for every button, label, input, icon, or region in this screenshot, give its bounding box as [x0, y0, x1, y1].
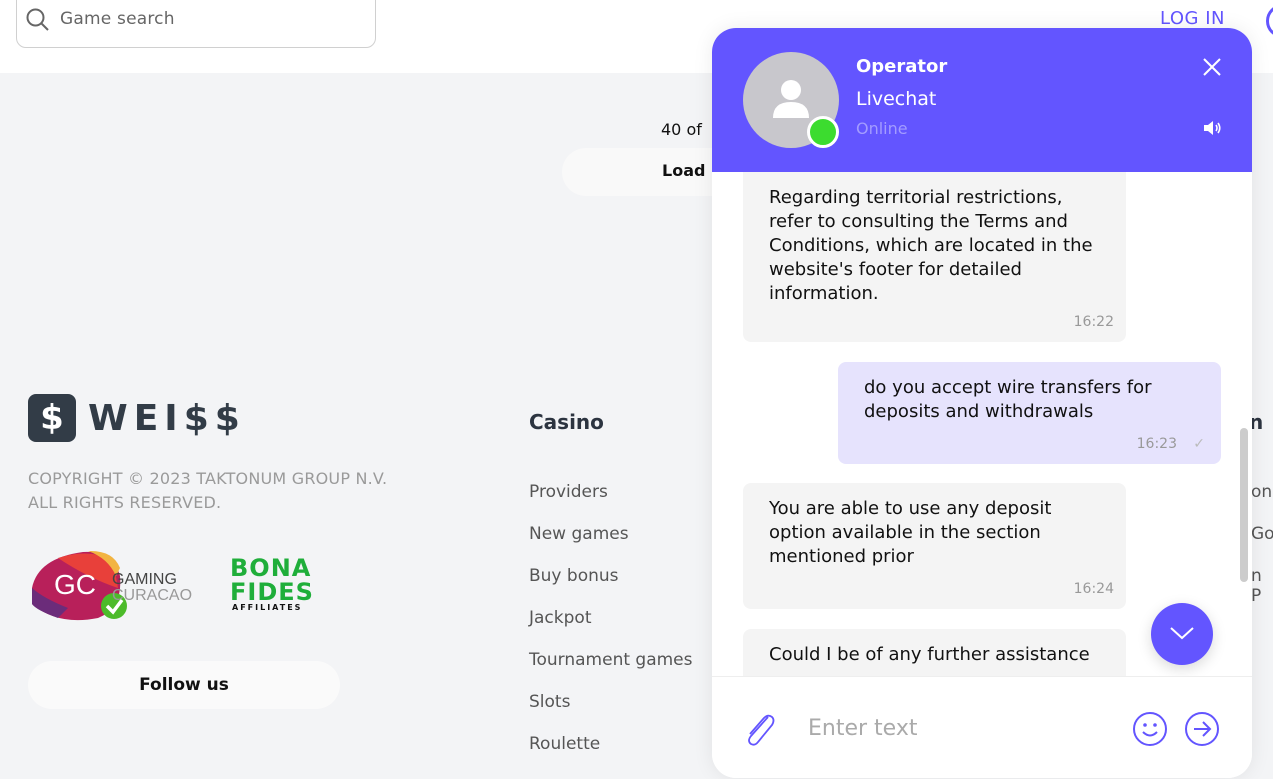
operator-status: Online [856, 119, 908, 138]
games-count: 40 of [661, 120, 702, 139]
message-text: Could I be of any further assistance [769, 644, 1090, 665]
partial-column-link[interactable]: on [1251, 482, 1272, 502]
online-status-dot [807, 116, 839, 148]
footer-link-buy-bonus[interactable]: Buy bonus [529, 566, 619, 586]
footer-link-providers[interactable]: Providers [529, 482, 608, 502]
message-input[interactable] [808, 711, 1118, 745]
chat-scrollbar[interactable] [1240, 428, 1248, 582]
search-placeholder: Game search [60, 9, 175, 29]
user-message: do you accept wire transfers for deposit… [838, 362, 1221, 464]
message-composer [712, 676, 1252, 778]
login-link[interactable]: LOG IN [1160, 8, 1225, 29]
send-arrow-icon[interactable] [1184, 711, 1220, 747]
message-text: You are able to use any deposit option a… [769, 498, 1052, 567]
operator-message: You are able to use any deposit option a… [743, 483, 1126, 609]
game-search-box[interactable]: Game search [16, 0, 376, 48]
speaker-icon[interactable] [1202, 120, 1222, 136]
footer-link-roulette[interactable]: Roulette [529, 734, 600, 754]
gaming-curacao-logo[interactable]: GC GAMING CURACAO [28, 548, 210, 624]
scroll-to-bottom-button[interactable] [1151, 603, 1213, 665]
gc-abbr: GC [54, 569, 96, 600]
chat-header: Operator Livechat Online [712, 28, 1252, 172]
emoji-icon[interactable] [1132, 711, 1168, 747]
casino-column-title: Casino [529, 410, 604, 434]
brand-logo[interactable]: $ WEI$$ [28, 394, 246, 442]
message-list: Regarding territorial restrictions, refe… [712, 172, 1252, 676]
gc-line2: CURACAO [112, 587, 192, 604]
footer-link-slots[interactable]: Slots [529, 692, 570, 712]
footer-link-jackpot[interactable]: Jackpot [529, 608, 591, 628]
chevron-down-icon [1170, 627, 1194, 640]
paperclip-icon[interactable] [742, 711, 776, 747]
dollar-logo-icon: $ [28, 394, 76, 442]
gc-line1: GAMING [112, 571, 177, 588]
bona-fides-logo[interactable]: BONA FIDES AFFILIATES [230, 554, 328, 612]
message-text: do you accept wire transfers for deposit… [864, 377, 1152, 422]
brand-name: WEI$$ [88, 397, 246, 439]
footer-link-tournament-games[interactable]: Tournament games [529, 650, 693, 670]
operator-message: Regarding territorial restrictions, refe… [743, 172, 1126, 342]
message-text: Regarding territorial restrictions, refe… [769, 187, 1093, 304]
follow-us-button[interactable]: Follow us [28, 661, 340, 709]
follow-us-label: Follow us [139, 675, 229, 695]
close-icon[interactable] [1201, 56, 1223, 78]
operator-subtitle: Livechat [856, 88, 937, 110]
message-time: 16:22 [1073, 314, 1114, 330]
load-more-label: Load [662, 161, 706, 180]
operator-message: Could I be of any further assistance [743, 629, 1126, 676]
livechat-widget: Operator Livechat Online Regarding terri… [712, 28, 1252, 778]
message-time: 16:24 [1073, 581, 1114, 597]
sent-check-icon: ✓ [1193, 436, 1205, 452]
bona-line2: FIDES [230, 578, 314, 606]
partial-column-link[interactable]: n P [1251, 566, 1273, 606]
message-time: 16:23 [1136, 436, 1177, 452]
footer-link-new-games[interactable]: New games [529, 524, 629, 544]
partial-column-link[interactable]: Go [1251, 524, 1273, 544]
profile-button[interactable] [1266, 4, 1273, 38]
user-icon [773, 80, 809, 118]
operator-name: Operator [856, 56, 948, 77]
copyright-text: COPYRIGHT © 2023 TAKTONUM GROUP N.V. ALL… [28, 469, 388, 512]
search-icon [26, 8, 49, 31]
bona-line3: AFFILIATES [232, 603, 302, 612]
